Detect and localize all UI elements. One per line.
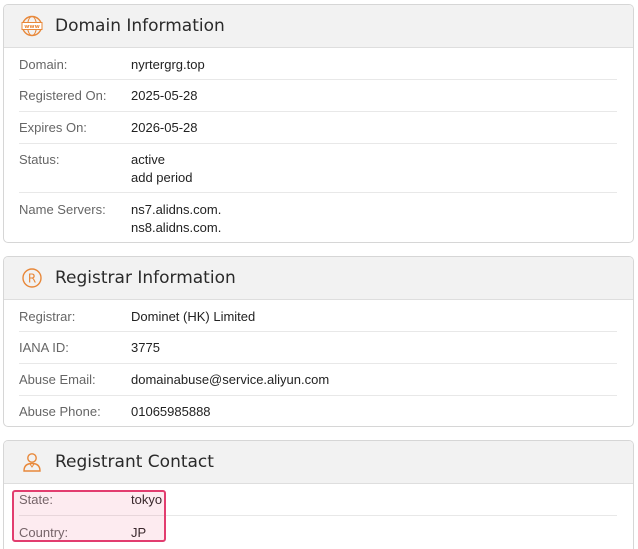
state-row: State: tokyo (19, 484, 617, 516)
registrar-information-header: R Registrar Information (4, 257, 633, 300)
registrant-contact-header: Registrant Contact (4, 441, 633, 484)
expires-on-value: 2026-05-28 (131, 120, 198, 135)
iana-id-row: IANA ID: 3775 (19, 332, 617, 364)
expires-on-label: Expires On: (19, 120, 87, 135)
registrar-label: Registrar: (19, 309, 76, 324)
www-icon: www (21, 15, 43, 37)
domain-label: Domain: (19, 57, 68, 72)
registrant-contact-card: Registrant Contact State: tokyo Country:… (3, 440, 634, 549)
registered-icon: R (21, 267, 43, 289)
country-row: Country: JP (19, 516, 617, 549)
registrar-value: Dominet (HK) Limited (131, 309, 256, 324)
person-icon (21, 451, 43, 473)
abuse-email-label: Abuse Email: (19, 372, 96, 387)
svg-text:R: R (28, 272, 36, 286)
abuse-email-value: domainabuse@service.aliyun.com (131, 372, 330, 387)
name-servers-label: Name Servers: (19, 202, 106, 217)
country-label: Country: (19, 525, 69, 540)
abuse-phone-row: Abuse Phone: 01065985888 (19, 396, 617, 426)
domain-value: nyrtergrg.top (131, 57, 205, 72)
registrar-row: Registrar: Dominet (HK) Limited (19, 300, 617, 332)
registered-on-row: Registered On: 2025-05-28 (19, 80, 617, 112)
state-value: tokyo (131, 492, 163, 507)
state-label: State: (19, 492, 53, 507)
domain-information-card: www Domain Information Domain: nyrtergrg… (3, 4, 634, 243)
registrar-information-title: Registrar Information (55, 268, 236, 288)
registered-on-value: 2025-05-28 (131, 88, 198, 103)
domain-information-title: Domain Information (55, 16, 225, 36)
status-label: Status: (19, 152, 60, 167)
abuse-phone-value: 01065985888 (131, 404, 211, 419)
expires-on-row: Expires On: 2026-05-28 (19, 112, 617, 144)
registrant-contact-title: Registrant Contact (55, 452, 214, 472)
status-value: active add period (131, 152, 193, 185)
iana-id-value: 3775 (131, 340, 160, 355)
domain-information-header: www Domain Information (4, 5, 633, 48)
abuse-phone-label: Abuse Phone: (19, 404, 101, 419)
abuse-email-row: Abuse Email: domainabuse@service.aliyun.… (19, 364, 617, 396)
domain-row: Domain: nyrtergrg.top (19, 48, 617, 80)
name-servers-value: ns7.alidns.com. ns8.alidns.com. (131, 202, 222, 235)
iana-id-label: IANA ID: (19, 340, 69, 355)
country-value: JP (131, 525, 147, 540)
name-servers-row: Name Servers: ns7.alidns.com. ns8.alidns… (19, 193, 617, 241)
svg-text:www: www (24, 24, 40, 30)
registrar-information-card: R Registrar Information Registrar: Domin… (3, 256, 634, 427)
status-row: Status: active add period (19, 144, 617, 193)
registered-on-label: Registered On: (19, 88, 107, 103)
